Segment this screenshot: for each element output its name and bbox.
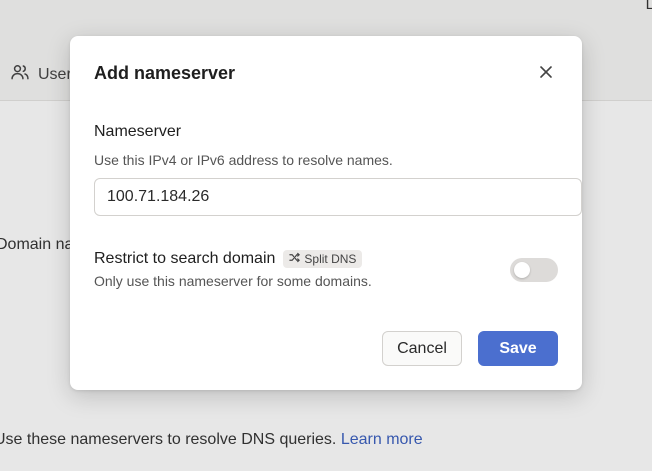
save-button[interactable]: Save xyxy=(478,331,558,366)
restrict-search-domain-label: Restrict to search domain xyxy=(94,250,276,267)
dialog-title: Add nameserver xyxy=(94,63,236,83)
toggle-knob xyxy=(514,262,530,278)
restrict-search-domain-row: Restrict to search domain Split DNS xyxy=(94,250,363,268)
nameserver-help-text: Use this IPv4 or IPv6 address to resolve… xyxy=(94,152,393,168)
cancel-button[interactable]: Cancel xyxy=(382,331,462,366)
shuffle-icon xyxy=(289,252,301,266)
close-icon xyxy=(539,65,553,84)
add-nameserver-dialog: Add nameserver Nameserver Use this IPv4 … xyxy=(70,36,582,390)
restrict-search-domain-toggle[interactable] xyxy=(510,258,558,282)
nameserver-label: Nameserver xyxy=(94,123,182,140)
split-dns-badge: Split DNS xyxy=(283,250,363,268)
close-button[interactable] xyxy=(536,64,556,84)
restrict-help-text: Only use this nameserver for some domain… xyxy=(94,273,372,289)
split-dns-badge-label: Split DNS xyxy=(304,252,357,266)
nameserver-input[interactable] xyxy=(94,178,582,216)
